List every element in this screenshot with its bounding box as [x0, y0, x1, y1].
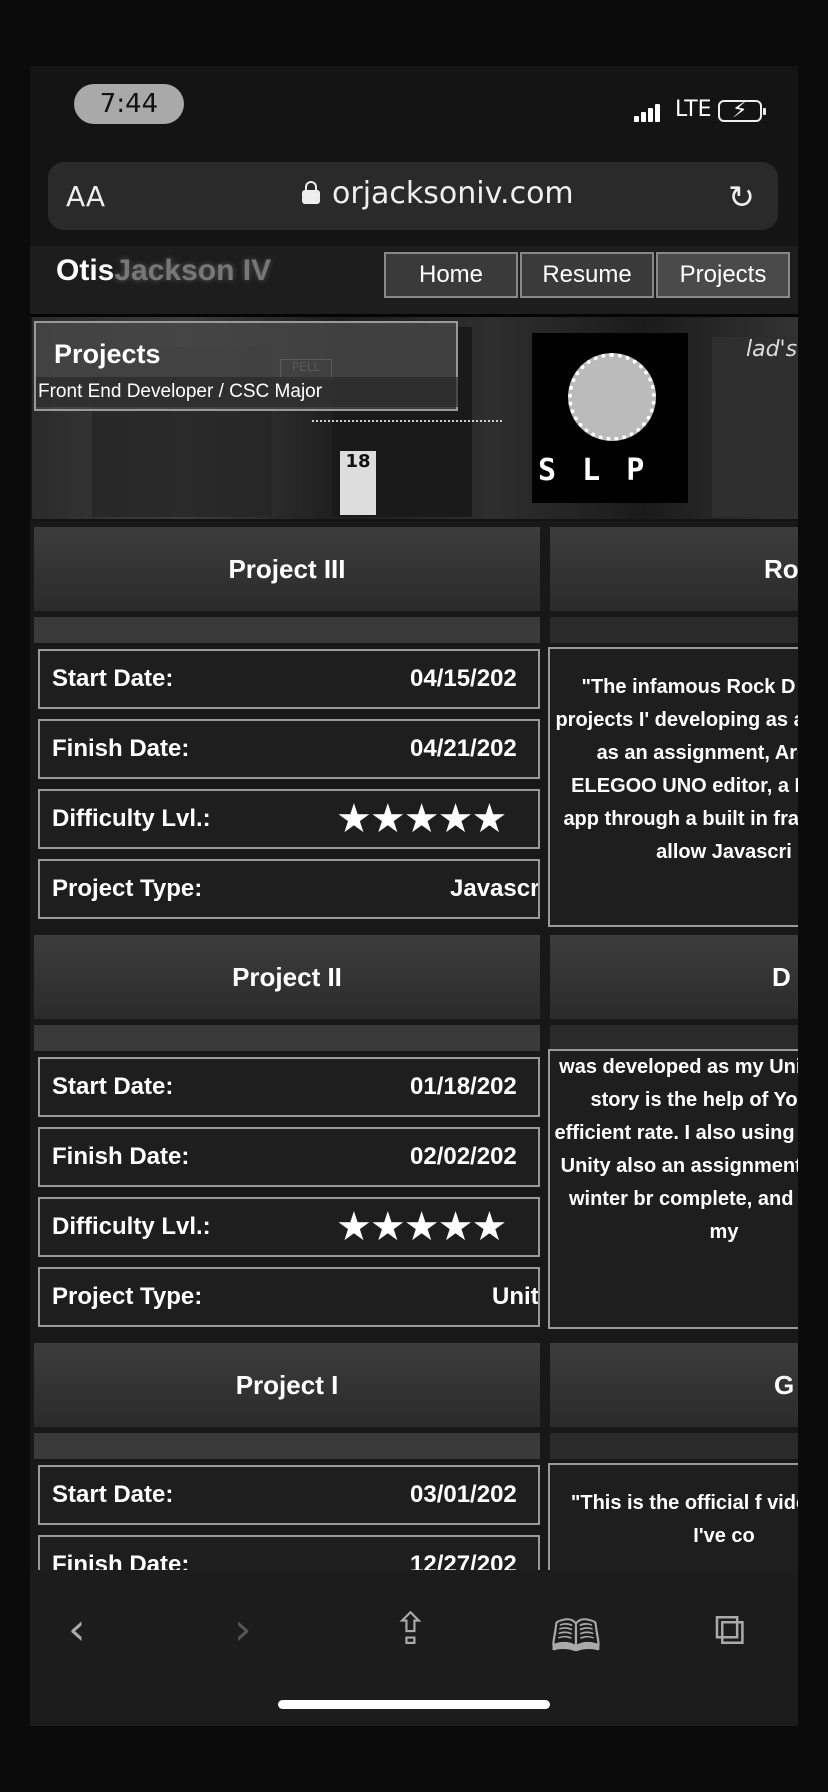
url-text[interactable]: orjacksoniv.com	[332, 176, 574, 211]
pixel-art-text: S L P	[538, 453, 649, 488]
difficulty-label: Difficulty Lvl.:	[52, 805, 211, 832]
start-date-value: 04/15/202	[410, 665, 517, 692]
forward-icon[interactable]: ›	[234, 1604, 252, 1655]
lock-icon	[302, 181, 320, 204]
address-bar[interactable]: AA orjacksoniv.com ↻	[48, 162, 778, 230]
project-title: Project II	[34, 935, 540, 1019]
project-description-text: "The infamous Rock D unique projects I' …	[555, 676, 798, 863]
nav-resume-button[interactable]: Resume	[520, 252, 654, 298]
banner-building	[712, 337, 798, 517]
logo-first-name: Otis	[56, 254, 115, 287]
logo-last-name: Jackson IV	[114, 254, 272, 287]
project-type-value: Javascri	[450, 875, 540, 902]
page-title-box: Projects Front End Developer / CSC Major	[34, 321, 458, 411]
site-header: OtisJackson IV Home Resume Projects	[30, 246, 798, 317]
finish-date-label: Finish Date:	[52, 735, 190, 762]
project-type-value: Unit	[492, 1283, 539, 1310]
signal-icon	[634, 104, 662, 122]
project-description-text: "This is the official f video game I've …	[570, 1492, 798, 1547]
finish-date-row: Finish Date: 04/21/202	[38, 719, 540, 779]
banner-string-lights	[312, 417, 502, 422]
project-side-title: G	[550, 1343, 798, 1427]
divider	[34, 617, 540, 643]
tabs-icon[interactable]: ⧉	[714, 1604, 745, 1655]
pixel-face-icon	[568, 353, 656, 441]
projects-list[interactable]: Project III Ro Start Date: 04/15/202 Fin…	[30, 521, 798, 1641]
finish-date-value: 02/02/202	[410, 1143, 517, 1170]
battery-icon: ⚡	[718, 98, 766, 123]
project-card: Project II D Start Date: 01/18/202 Finis…	[30, 929, 798, 1337]
main-nav: Home Resume Projects	[384, 252, 792, 298]
start-date-value: 01/18/202	[410, 1073, 517, 1100]
page-title: Projects	[54, 339, 161, 369]
home-indicator[interactable]	[278, 1700, 550, 1709]
start-date-label: Start Date:	[52, 665, 174, 692]
start-date-row: Start Date: 01/18/202	[38, 1057, 540, 1117]
project-title: Project I	[34, 1343, 540, 1427]
hero-banner: PELL 18 lad's Projects Front End Develop…	[32, 317, 798, 519]
divider	[550, 1025, 798, 1051]
bookmarks-icon[interactable]: 🕮	[550, 1604, 602, 1679]
share-icon[interactable]: ⇪	[392, 1604, 429, 1655]
nav-projects-button[interactable]: Projects	[656, 252, 790, 298]
project-description[interactable]: "The infamous Rock D unique projects I' …	[548, 647, 798, 927]
back-icon[interactable]: ‹	[68, 1604, 86, 1655]
start-date-label: Start Date:	[52, 1073, 174, 1100]
start-date-row: Start Date: 04/15/202	[38, 649, 540, 709]
banner-sign-18: 18	[340, 451, 376, 515]
difficulty-stars-icon: ★★★★★	[336, 796, 507, 842]
divider	[34, 1025, 540, 1051]
start-date-label: Start Date:	[52, 1481, 174, 1508]
start-date-row: Start Date: 03/01/202	[38, 1465, 540, 1525]
network-type: LTE	[675, 97, 712, 122]
project-type-row: Project Type: Javascri	[38, 859, 540, 919]
reload-icon[interactable]: ↻	[728, 178, 755, 216]
divider	[550, 1433, 798, 1459]
project-title: Project III	[34, 527, 540, 611]
divider	[550, 617, 798, 643]
status-bar: 7:44 LTE ⚡ AA orjacksoniv.com ↻	[30, 66, 798, 230]
divider	[34, 1433, 540, 1459]
banner-sign: lad's	[746, 337, 798, 362]
project-type-label: Project Type:	[52, 1283, 203, 1310]
difficulty-row: Difficulty Lvl.: ★★★★★	[38, 1197, 540, 1257]
finish-date-value: 04/21/202	[410, 735, 517, 762]
text-size-button[interactable]: AA	[66, 180, 105, 213]
site-logo[interactable]: OtisJackson IV	[56, 254, 271, 288]
project-side-title: Ro	[550, 527, 798, 611]
page-subtitle: Front End Developer / CSC Major	[36, 377, 458, 407]
project-card: Project III Ro Start Date: 04/15/202 Fin…	[30, 521, 798, 929]
pixel-art-logo: S L P	[532, 333, 688, 503]
project-side-title: D	[550, 935, 798, 1019]
difficulty-stars-icon: ★★★★★	[336, 1204, 507, 1250]
status-time: 7:44	[74, 84, 184, 124]
finish-date-label: Finish Date:	[52, 1143, 190, 1170]
project-type-row: Project Type: Unit	[38, 1267, 540, 1327]
finish-date-row: Finish Date: 02/02/202	[38, 1127, 540, 1187]
project-description-text: was developed as my Unity. Funny story i…	[554, 1056, 799, 1243]
difficulty-label: Difficulty Lvl.:	[52, 1213, 211, 1240]
project-description[interactable]: was developed as my Unity. Funny story i…	[548, 1049, 798, 1329]
project-type-label: Project Type:	[52, 875, 203, 902]
phone-screen: 7:44 LTE ⚡ AA orjacksoniv.com ↻ OtisJack…	[30, 66, 798, 1726]
start-date-value: 03/01/202	[410, 1481, 517, 1508]
nav-home-button[interactable]: Home	[384, 252, 518, 298]
difficulty-row: Difficulty Lvl.: ★★★★★	[38, 789, 540, 849]
